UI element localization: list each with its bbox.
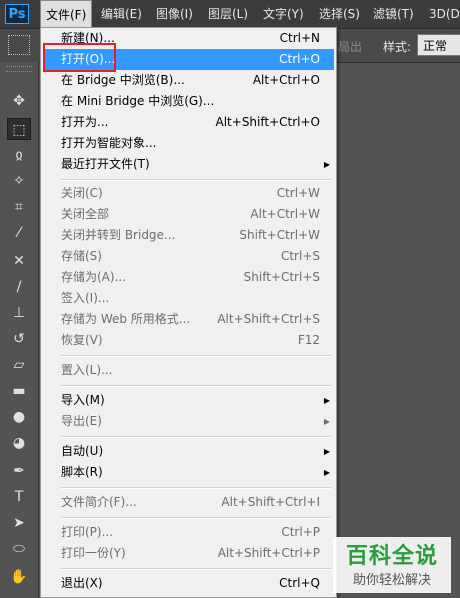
menu-item-exit[interactable]: 退出(X) Ctrl+Q bbox=[43, 573, 334, 594]
blur-tool-icon[interactable]: ● bbox=[7, 406, 31, 428]
clone-stamp-tool-icon[interactable]: ⊥ bbox=[7, 302, 31, 324]
menu-separator bbox=[61, 436, 331, 438]
eyedropper-tool-icon[interactable]: ⁄ bbox=[7, 222, 31, 244]
menu-item-new[interactable]: 新建(N)... Ctrl+N bbox=[43, 28, 334, 49]
menu-separator bbox=[61, 487, 331, 489]
menu-item-save-for-web[interactable]: 存储为 Web 所用格式... Alt+Shift+Ctrl+S bbox=[43, 309, 334, 330]
style-select[interactable]: 正常 bbox=[417, 34, 460, 56]
move-tool-icon[interactable]: ✥ bbox=[7, 90, 31, 112]
menu-bar: Ps 文件(F) 编辑(E) 图像(I) 图层(L) 文字(Y) 选择(S) 滤… bbox=[0, 0, 460, 29]
history-brush-tool-icon[interactable]: ↺ bbox=[7, 328, 31, 350]
eraser-tool-icon[interactable]: ▱ bbox=[7, 354, 31, 376]
menu-separator bbox=[61, 355, 331, 357]
submenu-arrow-icon: ▶ bbox=[323, 447, 330, 456]
watermark-title: 百科全说 bbox=[345, 544, 438, 569]
submenu-arrow-icon: ▶ bbox=[323, 417, 330, 426]
menu-filter[interactable]: 滤镜(T) bbox=[368, 0, 419, 28]
menu-separator bbox=[61, 179, 331, 181]
tool-preset-icon[interactable] bbox=[8, 35, 30, 55]
menu-item-browse-mini-bridge[interactable]: 在 Mini Bridge 中浏览(G)... bbox=[43, 91, 334, 112]
brush-tool-icon[interactable]: ∕ bbox=[7, 276, 31, 298]
panel-grip[interactable] bbox=[6, 66, 32, 72]
type-tool-icon[interactable]: T bbox=[7, 486, 31, 508]
menu-layer[interactable]: 图层(L) bbox=[203, 0, 253, 28]
menu-item-automate[interactable]: 自动(U) ▶ bbox=[43, 441, 334, 462]
menu-3d[interactable]: 3D(D) bbox=[424, 0, 460, 28]
menu-item-revert[interactable]: 恢复(V) F12 bbox=[43, 330, 334, 351]
submenu-arrow-icon: ▶ bbox=[323, 160, 330, 169]
menu-item-close[interactable]: 关闭(C) Ctrl+W bbox=[43, 183, 334, 204]
menu-item-open-smart-object[interactable]: 打开为智能对象... bbox=[43, 133, 334, 154]
crop-tool-icon[interactable]: ⌗ bbox=[7, 196, 31, 218]
magic-wand-tool-icon[interactable]: ✧ bbox=[7, 170, 31, 192]
photoshop-logo: Ps bbox=[5, 4, 29, 24]
dodge-tool-icon[interactable]: ◕ bbox=[7, 432, 31, 454]
menu-separator bbox=[61, 385, 331, 387]
menu-image[interactable]: 图像(I) bbox=[151, 0, 198, 28]
style-label: 样式: bbox=[383, 40, 412, 54]
menu-item-print-one-copy[interactable]: 打印一份(Y) Alt+Shift+Ctrl+P bbox=[43, 543, 334, 564]
menu-file[interactable]: 文件(F) bbox=[40, 0, 93, 28]
submenu-arrow-icon: ▶ bbox=[323, 396, 330, 405]
submenu-arrow-icon: ▶ bbox=[323, 468, 330, 477]
menu-item-print[interactable]: 打印(P)... Ctrl+P bbox=[43, 522, 334, 543]
menu-item-open[interactable]: 打开(O)... Ctrl+O bbox=[43, 49, 334, 70]
shape-tool-icon[interactable]: ⬭ bbox=[7, 538, 31, 560]
marquee-tool-icon[interactable]: ⬚ bbox=[7, 118, 31, 140]
menu-item-file-info[interactable]: 文件简介(F)... Alt+Shift+Ctrl+I bbox=[43, 492, 334, 513]
menu-item-browse-bridge[interactable]: 在 Bridge 中浏览(B)... Alt+Ctrl+O bbox=[43, 70, 334, 91]
gradient-tool-icon[interactable]: ▬ bbox=[7, 380, 31, 402]
menu-item-check-in[interactable]: 签入(I)... bbox=[43, 288, 334, 309]
file-menu-dropdown: 新建(N)... Ctrl+N 打开(O)... Ctrl+O 在 Bridge… bbox=[40, 27, 337, 598]
menu-item-open-recent[interactable]: 最近打开文件(T) ▶ bbox=[43, 154, 334, 175]
menu-item-save[interactable]: 存储(S) Ctrl+S bbox=[43, 246, 334, 267]
menu-item-open-as[interactable]: 打开为... Alt+Shift+Ctrl+O bbox=[43, 112, 334, 133]
path-selection-tool-icon[interactable]: ➤ bbox=[7, 512, 31, 534]
menu-item-close-go-bridge[interactable]: 关闭并转到 Bridge... Shift+Ctrl+W bbox=[43, 225, 334, 246]
menu-item-scripts[interactable]: 脚本(R) ▶ bbox=[43, 462, 334, 483]
pen-tool-icon[interactable]: ✒ bbox=[7, 460, 31, 482]
menu-item-save-as[interactable]: 存储为(A)... Shift+Ctrl+S bbox=[43, 267, 334, 288]
menu-item-export[interactable]: 导出(E) ▶ bbox=[43, 411, 334, 432]
lasso-tool-icon[interactable]: ჲ bbox=[7, 144, 31, 166]
menu-type[interactable]: 文字(Y) bbox=[258, 0, 309, 28]
tools-panel: ✥ ⬚ ჲ ✧ ⌗ ⁄ ✕ ∕ ⊥ ↺ ▱ ▬ ● ◕ ✒ T ➤ ⬭ ✋ bbox=[0, 62, 39, 598]
menu-item-place[interactable]: 置入(L)... bbox=[43, 360, 334, 381]
menu-separator bbox=[61, 517, 331, 519]
options-ghost-text: 局出 bbox=[338, 40, 363, 54]
menu-select[interactable]: 选择(S) bbox=[314, 0, 365, 28]
healing-brush-tool-icon[interactable]: ✕ bbox=[7, 250, 31, 272]
hand-tool-icon[interactable]: ✋ bbox=[7, 566, 31, 588]
menu-separator bbox=[61, 568, 331, 570]
watermark-logo: 百科全说 助你轻松解决 bbox=[333, 537, 451, 593]
menu-item-import[interactable]: 导入(M) ▶ bbox=[43, 390, 334, 411]
menu-item-close-all[interactable]: 关闭全部 Alt+Ctrl+W bbox=[43, 204, 334, 225]
menu-edit[interactable]: 编辑(E) bbox=[96, 0, 147, 28]
watermark-subtitle: 助你轻松解决 bbox=[352, 573, 431, 588]
